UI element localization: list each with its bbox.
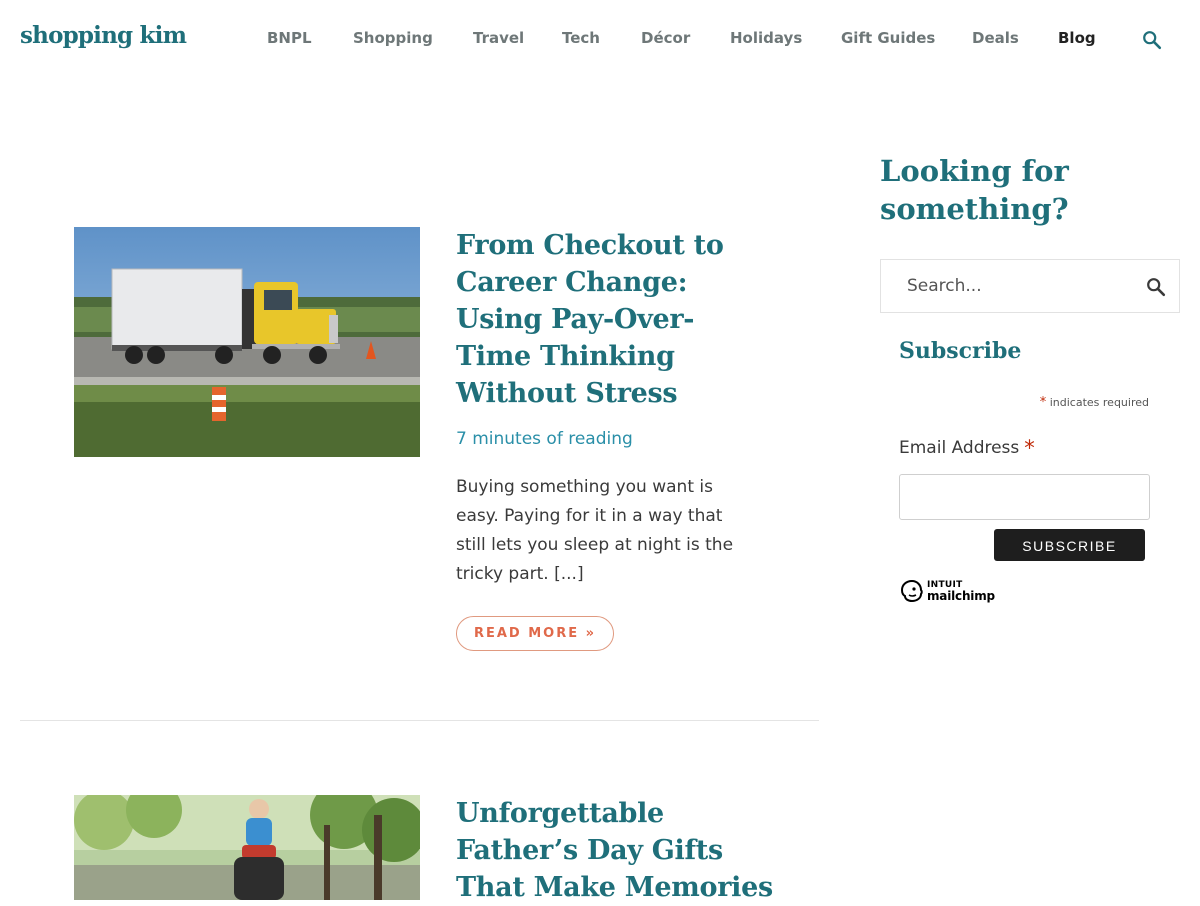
mailchimp-badge[interactable]: INTUIT mailchimp xyxy=(899,578,999,606)
email-field[interactable] xyxy=(899,474,1150,520)
nav-item-deals[interactable]: Deals xyxy=(972,29,1019,47)
required-note: * indicates required xyxy=(900,395,1149,410)
nav-item-shopping[interactable]: Shopping xyxy=(353,29,433,47)
truck-image xyxy=(74,227,420,457)
site-header: shopping kim BNPL Shopping Travel Tech D… xyxy=(0,0,1200,80)
nav-item-holidays[interactable]: Holidays xyxy=(730,29,802,47)
post-divider xyxy=(20,720,819,721)
search-input[interactable] xyxy=(881,260,1131,312)
email-required-asterisk: * xyxy=(1024,436,1035,460)
nav-item-travel[interactable]: Travel xyxy=(473,29,524,47)
subscribe-button[interactable]: SUBSCRIBE xyxy=(994,529,1145,561)
search-submit-icon[interactable] xyxy=(1145,276,1167,298)
read-more-button[interactable]: READ MORE » xyxy=(456,616,614,651)
mailchimp-badge-line2: mailchimp xyxy=(927,589,995,603)
post-title[interactable]: Unforgettable Father’s Day Gifts That Ma… xyxy=(456,795,776,906)
main-nav: BNPL Shopping Travel Tech Décor Holidays… xyxy=(0,29,1200,51)
nav-item-decor[interactable]: Décor xyxy=(641,29,690,47)
sidebar-search-form xyxy=(880,259,1180,313)
post-excerpt: Buying something you want is easy. Payin… xyxy=(456,477,734,584)
post-thumbnail[interactable] xyxy=(74,227,420,457)
nav-item-blog[interactable]: Blog xyxy=(1058,29,1096,47)
required-note-text: indicates required xyxy=(1049,396,1149,409)
email-label-text: Email Address xyxy=(899,438,1020,458)
nav-item-gift-guides[interactable]: Gift Guides xyxy=(841,29,935,47)
nav-item-tech[interactable]: Tech xyxy=(562,29,600,47)
reading-time: 7 minutes of reading xyxy=(456,429,633,449)
email-label: Email Address * xyxy=(899,436,1035,460)
subscribe-heading: Subscribe xyxy=(899,338,1022,364)
post-title[interactable]: From Checkout to Career Change: Using Pa… xyxy=(456,227,746,412)
nav-item-bnpl[interactable]: BNPL xyxy=(267,29,312,47)
search-icon[interactable] xyxy=(1141,29,1163,51)
post-thumbnail[interactable] xyxy=(74,795,420,900)
sidebar-search-heading: Looking for something? xyxy=(880,154,1069,226)
mailchimp-logo-icon xyxy=(900,579,923,603)
required-asterisk: * xyxy=(1039,395,1047,410)
father-child-image xyxy=(74,795,420,900)
